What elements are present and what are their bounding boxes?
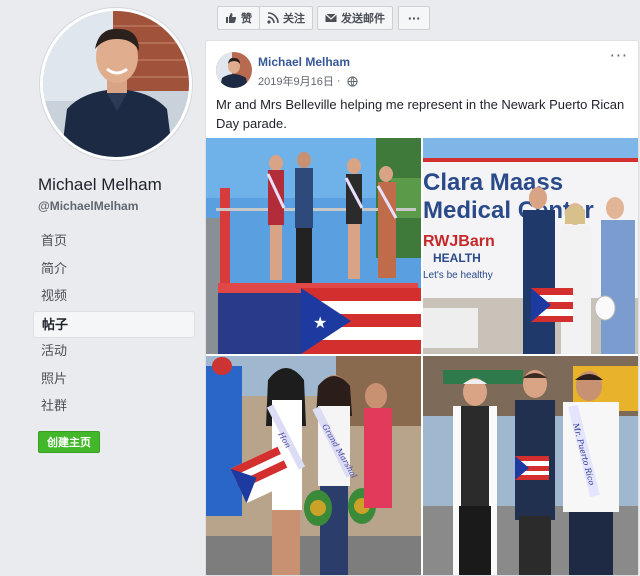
- follow-button[interactable]: 关注: [259, 6, 313, 30]
- follow-label: 关注: [283, 12, 305, 25]
- photo-mr-puerto-rico[interactable]: Mr. Puerto Rico: [423, 356, 638, 575]
- post-text: Mr and Mrs Belleville helping me represe…: [216, 97, 625, 131]
- envelope-icon: [325, 13, 337, 22]
- more-options-button[interactable]: ···: [398, 6, 430, 30]
- nav-item-photos[interactable]: 照片: [33, 366, 195, 394]
- page-name[interactable]: Michael Melham: [38, 175, 162, 195]
- nav-item-home[interactable]: 首页: [33, 228, 195, 256]
- mr-puerto-rico-image: Mr. Puerto Rico: [423, 356, 638, 575]
- nav-item-about[interactable]: 简介: [33, 256, 195, 284]
- grand-marshal-image: Hon Grand Marshal: [206, 356, 421, 575]
- nav-item-videos[interactable]: 视频: [33, 283, 195, 311]
- like-page-button[interactable]: 赞: [217, 6, 260, 30]
- post-meta: 2019年9月16日 ·: [258, 73, 358, 89]
- sign-brand: RWJBarn: [423, 233, 495, 250]
- nav-item-events[interactable]: 活动: [33, 338, 195, 366]
- sign-sub: HEALTH: [433, 251, 481, 265]
- page-sidebar: Michael Melham @MichaelMelham 首页 简介 视频 帖…: [0, 0, 205, 576]
- send-message-button[interactable]: 发送邮件: [317, 6, 393, 30]
- post-author-name[interactable]: Michael Melham: [258, 55, 350, 69]
- page-handle[interactable]: @MichaelMelham: [38, 199, 138, 213]
- nav-item-posts[interactable]: 帖子: [33, 310, 195, 338]
- rss-follow-icon: [267, 12, 279, 24]
- profile-photo-image: [43, 11, 189, 157]
- author-avatar-image: [216, 52, 252, 88]
- profile-picture[interactable]: [40, 8, 192, 160]
- message-label: 发送邮件: [341, 12, 385, 25]
- page-action-bar: 赞 关注 发送邮件 ···: [205, 0, 640, 40]
- thumbs-up-icon: [226, 13, 237, 23]
- globe-icon[interactable]: [346, 75, 358, 87]
- page-nav: 首页 简介 视频 帖子 活动 照片 社群: [33, 228, 195, 421]
- meta-separator: ·: [336, 75, 341, 87]
- photo-clara-maass[interactable]: Clara Maass Medical Center RWJBarn HEALT…: [423, 138, 638, 354]
- create-page-button[interactable]: 创建主页: [38, 431, 100, 453]
- sign-tag: Let's be healthy: [423, 270, 493, 281]
- post-options-icon[interactable]: ···: [610, 48, 628, 64]
- post-date[interactable]: 2019年9月16日: [258, 73, 334, 89]
- photo-grand-marshal[interactable]: Hon Grand Marshal: [206, 356, 421, 575]
- parade-float-image: ★: [206, 138, 421, 354]
- clara-maass-image: Clara Maass Medical Center RWJBarn HEALT…: [423, 138, 638, 354]
- nav-item-community[interactable]: 社群: [33, 393, 195, 421]
- svg-text:★: ★: [313, 313, 327, 332]
- post-card: Michael Melham 2019年9月16日 · ··· Mr and M…: [205, 40, 639, 576]
- photo-grid: ★ Clara Maass Medical Center RWJBarn HEA…: [206, 138, 638, 575]
- like-label: 赞: [241, 12, 252, 25]
- photo-parade-float[interactable]: ★: [206, 138, 421, 354]
- post-author-avatar[interactable]: [216, 52, 252, 88]
